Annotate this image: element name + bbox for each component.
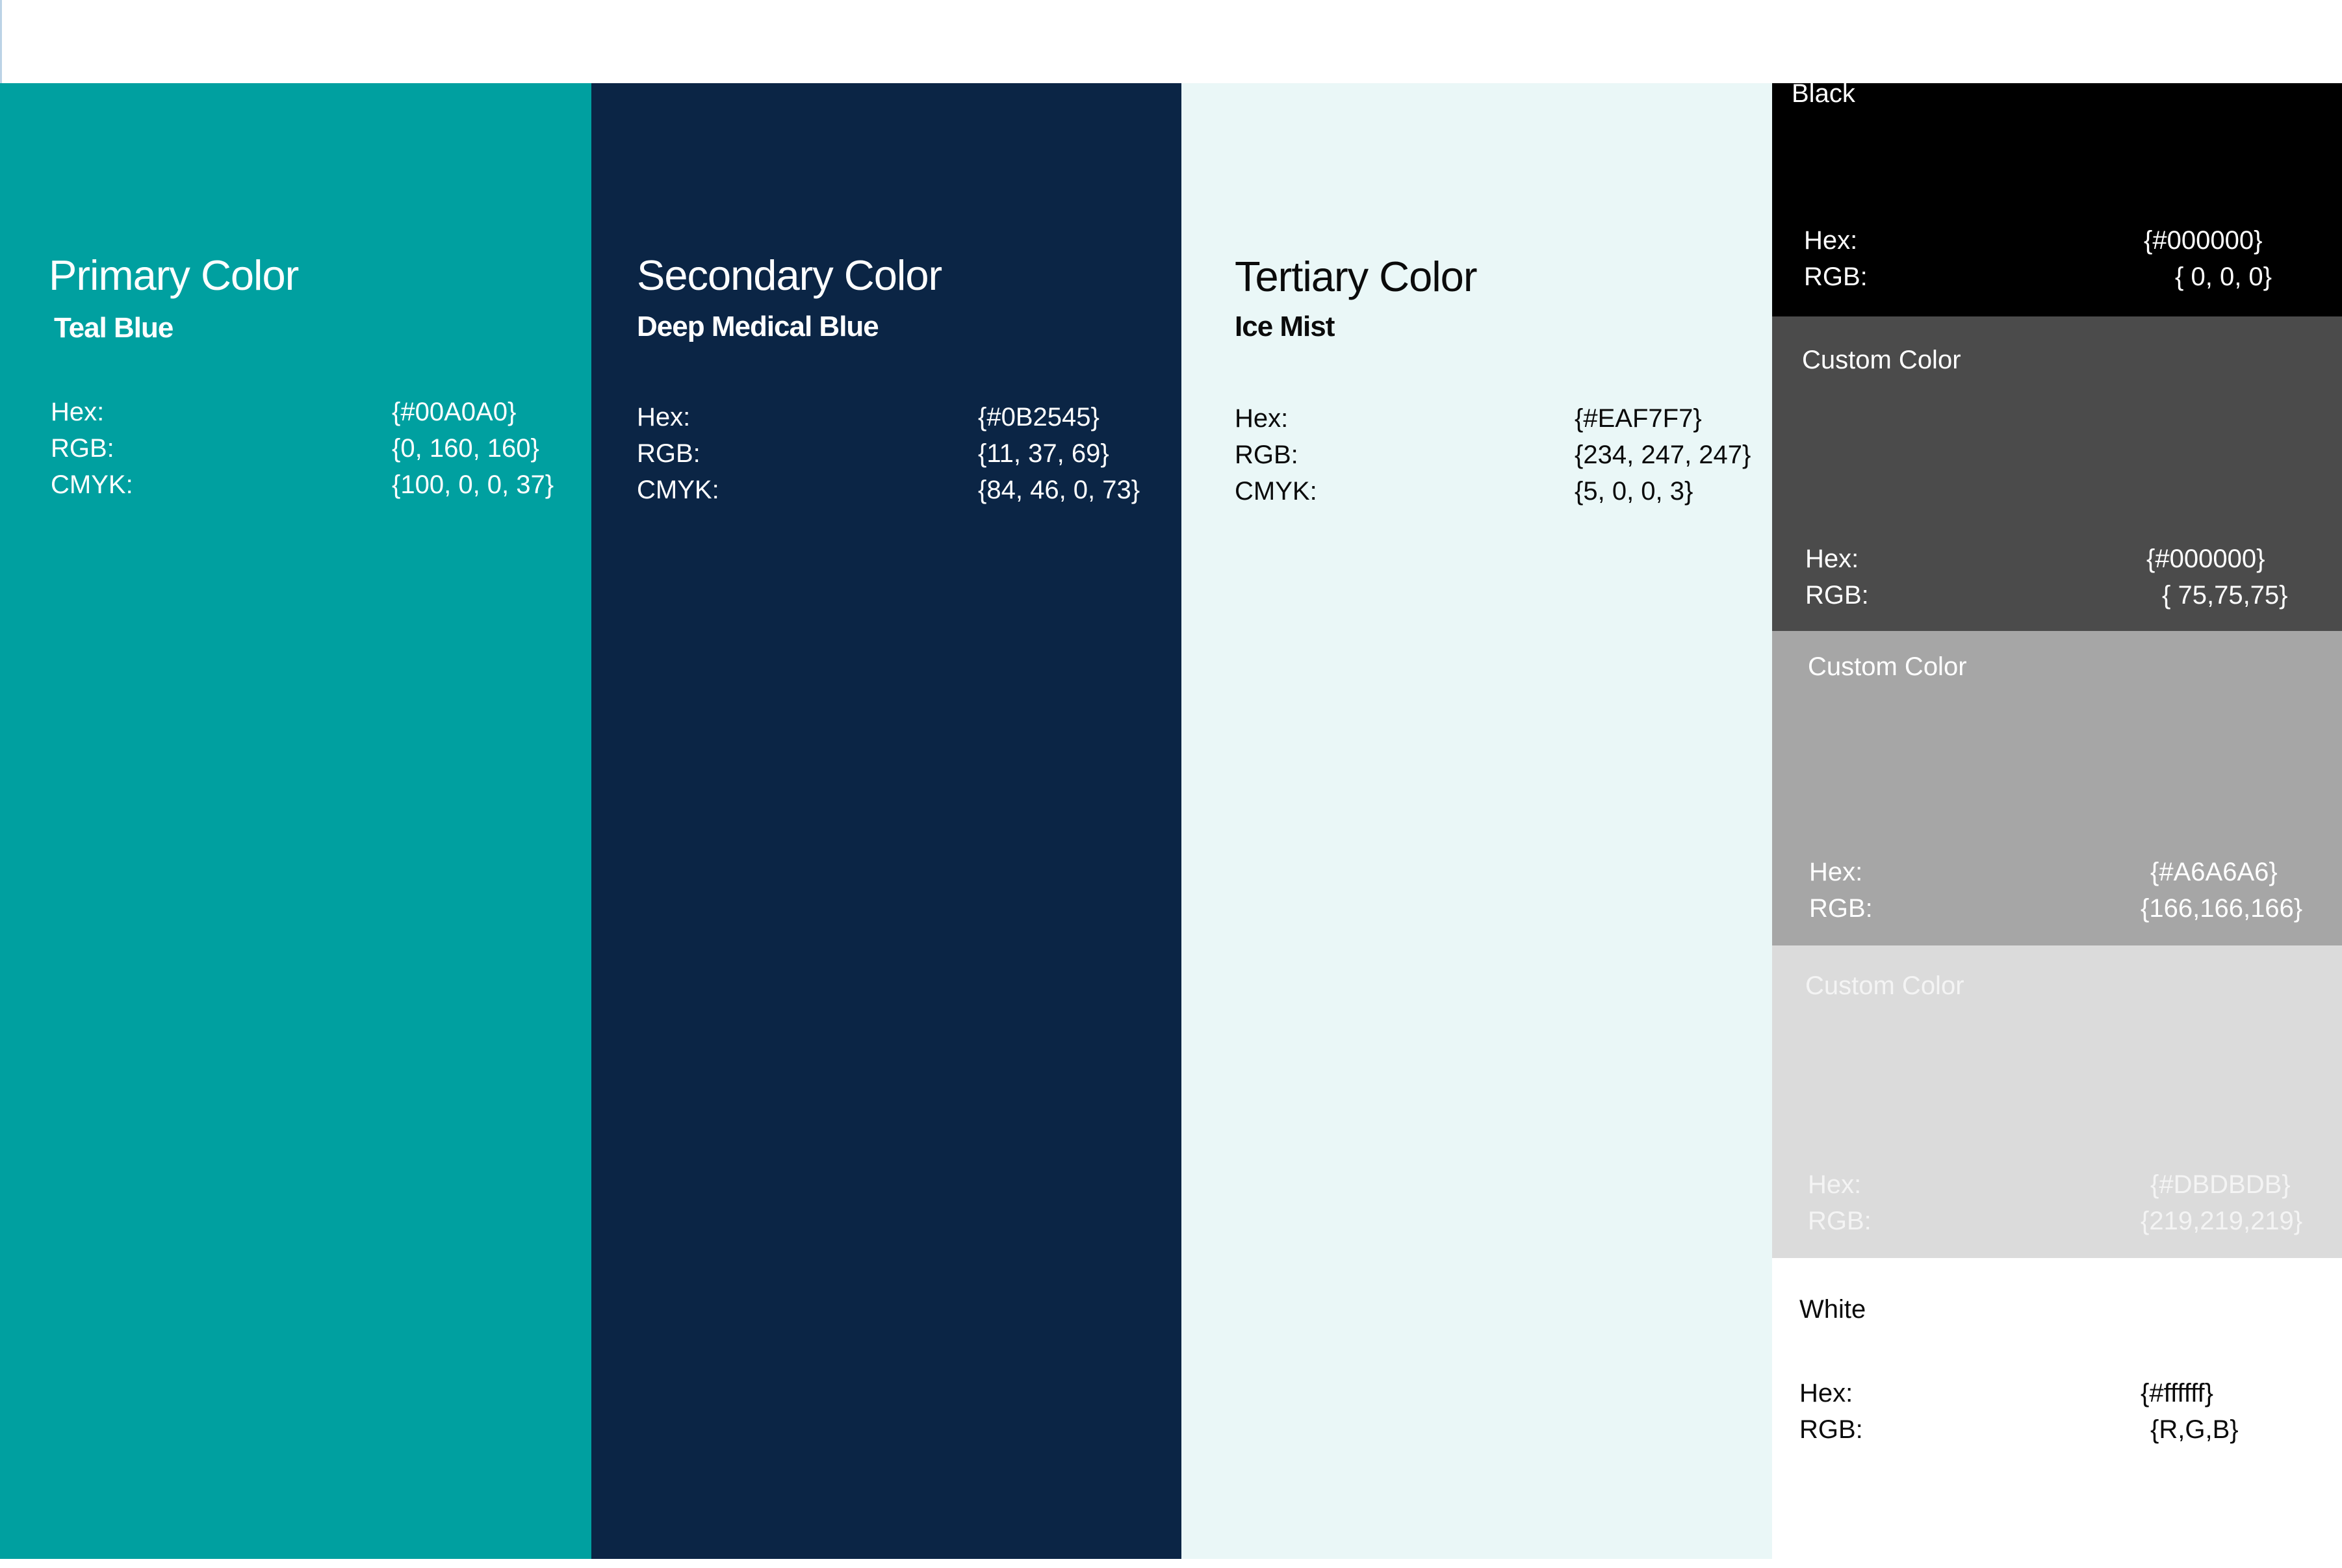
- primary-hex-label: Hex:: [51, 398, 105, 426]
- primary-color-heading: Primary Color: [49, 251, 299, 299]
- swatch-rgb-label: RGB:: [1808, 1207, 1872, 1235]
- tertiary-cmyk-label: CMYK:: [1235, 477, 1317, 506]
- swatch-custom-dark-gray: Custom Color Hex: {#000000} RGB: { 75,75…: [1772, 316, 2342, 631]
- swatch-white: White Hex: {#ffffff} RGB: {R,G,B}: [1772, 1258, 2342, 1559]
- top-bar: [0, 0, 2342, 83]
- primary-hex-value: {#00A0A0}: [392, 398, 517, 426]
- swatch-rgb-value: {166,166,166}: [2141, 894, 2303, 923]
- primary-rgb-label: RGB:: [51, 434, 114, 463]
- tertiary-color-panel: Tertiary Color Ice Mist Hex: {#EAF7F7} R…: [1181, 83, 1772, 1559]
- tertiary-hex-value: {#EAF7F7}: [1575, 404, 1702, 433]
- primary-rgb-value: {0, 160, 160}: [392, 434, 539, 463]
- swatch-name: Custom Color: [1805, 971, 1964, 1000]
- swatch-rgb-value: {R,G,B}: [2150, 1415, 2239, 1444]
- swatch-black: Black Hex: {#000000} RGB: { 0, 0, 0}: [1772, 79, 2342, 316]
- secondary-hex-value: {#0B2545}: [978, 403, 1100, 431]
- secondary-color-panel: Secondary Color Deep Medical Blue Hex: {…: [591, 83, 1181, 1559]
- swatch-hex-label: Hex:: [1804, 226, 1858, 255]
- secondary-rgb-label: RGB:: [637, 439, 701, 468]
- swatch-hex-label: Hex:: [1808, 1170, 1862, 1199]
- secondary-color-heading: Secondary Color: [637, 251, 942, 299]
- swatch-rgb-label: RGB:: [1799, 1415, 1863, 1444]
- swatch-hex-value: {#DBDBDB}: [2150, 1170, 2291, 1199]
- swatch-hex-value: {#A6A6A6}: [2150, 858, 2278, 886]
- swatch-name: White: [1799, 1295, 1866, 1324]
- swatch-hex-label: Hex:: [1805, 545, 1859, 573]
- swatch-hex-label: Hex:: [1799, 1379, 1853, 1407]
- secondary-rgb-value: {11, 37, 69}: [978, 439, 1109, 468]
- secondary-cmyk-value: {84, 46, 0, 73}: [978, 476, 1140, 504]
- secondary-cmyk-label: CMYK:: [637, 476, 719, 504]
- primary-cmyk-label: CMYK:: [51, 470, 133, 499]
- swatch-rgb-label: RGB:: [1805, 581, 1869, 610]
- swatch-rgb-value: { 0, 0, 0}: [2175, 263, 2272, 291]
- swatch-rgb-value: { 75,75,75}: [2162, 581, 2288, 610]
- secondary-hex-label: Hex:: [637, 403, 691, 431]
- tertiary-rgb-label: RGB:: [1235, 441, 1298, 469]
- swatch-name: Custom Color: [1808, 652, 1967, 681]
- swatch-name: Custom Color: [1802, 346, 1961, 374]
- swatch-hex-value: {#000000}: [2146, 545, 2265, 573]
- primary-cmyk-value: {100, 0, 0, 37}: [392, 470, 554, 499]
- swatch-hex-value: {#000000}: [2144, 226, 2263, 255]
- swatch-custom-mid-gray: Custom Color Hex: {#A6A6A6} RGB: {166,16…: [1772, 631, 2342, 945]
- primary-color-name: Teal Blue: [54, 312, 174, 344]
- secondary-color-name: Deep Medical Blue: [637, 311, 879, 342]
- swatch-rgb-value: {219,219,219}: [2141, 1207, 2303, 1235]
- tertiary-rgb-value: {234, 247, 247}: [1575, 441, 1751, 469]
- swatch-rgb-label: RGB:: [1809, 894, 1873, 923]
- tertiary-cmyk-value: {5, 0, 0, 3}: [1575, 477, 1693, 506]
- tertiary-color-heading: Tertiary Color: [1235, 253, 1477, 300]
- swatch-custom-light-gray: Custom Color Hex: {#DBDBDB} RGB: {219,21…: [1772, 945, 2342, 1258]
- swatch-hex-value: {#ffffff}: [2141, 1379, 2214, 1407]
- primary-color-panel: Primary Color Teal Blue Hex: {#00A0A0} R…: [0, 83, 591, 1559]
- tertiary-color-name: Ice Mist: [1235, 311, 1335, 342]
- swatch-name: Black: [1792, 79, 1855, 108]
- swatch-hex-label: Hex:: [1809, 858, 1863, 886]
- swatch-rgb-label: RGB:: [1804, 263, 1868, 291]
- tertiary-hex-label: Hex:: [1235, 404, 1289, 433]
